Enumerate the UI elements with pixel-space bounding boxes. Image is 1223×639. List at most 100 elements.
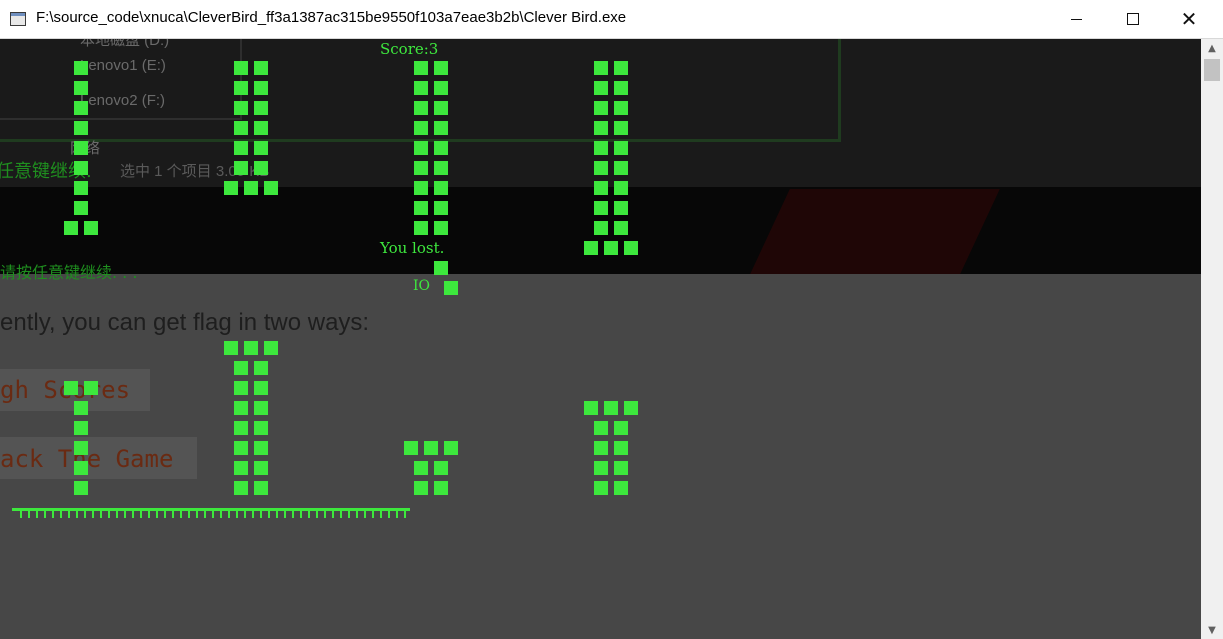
vertical-scrollbar[interactable]: ▲ ▼ — [1201, 39, 1223, 639]
pipe-block — [434, 81, 448, 95]
pipe-block — [614, 481, 628, 495]
pipe-block — [434, 181, 448, 195]
pipe-block — [254, 121, 268, 135]
pipe-block — [434, 141, 448, 155]
pipe-block — [74, 181, 88, 195]
pipe-block — [584, 241, 598, 255]
pipe-block — [244, 181, 258, 195]
pipe-block — [244, 341, 258, 355]
pipe-block — [254, 421, 268, 435]
pipe-block — [234, 61, 248, 75]
ground-tick — [252, 508, 254, 518]
ground-tick — [292, 508, 294, 518]
pipe-block — [434, 161, 448, 175]
ground-tick — [404, 508, 406, 518]
pipe-block — [404, 441, 418, 455]
ground-tick — [84, 508, 86, 518]
pipe-block — [594, 201, 608, 215]
pipe-block — [434, 101, 448, 115]
pipe-block — [614, 141, 628, 155]
pipe-block — [434, 461, 448, 475]
pipe-block — [234, 161, 248, 175]
ground-tick — [196, 508, 198, 518]
pipe-block — [614, 121, 628, 135]
scroll-thumb[interactable] — [1204, 59, 1220, 81]
pipe-block — [74, 201, 88, 215]
pipe-block — [614, 61, 628, 75]
ghost-drive-d: 本地磁盘 (D:) — [80, 39, 170, 49]
bird-block — [444, 281, 458, 295]
minimize-icon — [1070, 18, 1082, 20]
ghost-intro-line: ently, you can get flag in two ways: — [0, 309, 370, 336]
ground-line — [12, 508, 410, 511]
pipe-block — [414, 61, 428, 75]
ground-tick — [76, 508, 78, 518]
pipe-block — [624, 241, 638, 255]
pipe-block — [254, 401, 268, 415]
pipe-block — [594, 221, 608, 235]
pipe-block — [414, 101, 428, 115]
pipe-block — [434, 221, 448, 235]
pipe-block — [424, 441, 438, 455]
ground-tick — [228, 508, 230, 518]
ground-tick — [140, 508, 142, 518]
ground-tick — [356, 508, 358, 518]
ground-tick — [156, 508, 158, 518]
ground-tick — [68, 508, 70, 518]
pipe-block — [234, 441, 248, 455]
pipe-block — [74, 481, 88, 495]
pipe-block — [434, 201, 448, 215]
ground-tick — [324, 508, 326, 518]
pipe-block — [74, 61, 88, 75]
score-text: Score:3 — [380, 40, 439, 58]
pipe-block — [74, 141, 88, 155]
ground-tick — [268, 508, 270, 518]
pipe-block — [74, 421, 88, 435]
pipe-block — [594, 181, 608, 195]
pipe-block — [254, 81, 268, 95]
ground-tick — [300, 508, 302, 518]
pipe-block — [614, 441, 628, 455]
ground-tick — [148, 508, 150, 518]
scroll-up-icon[interactable]: ▲ — [1201, 39, 1223, 57]
pipe-block — [444, 441, 458, 455]
ground-tick — [60, 508, 62, 518]
ground-tick — [396, 508, 398, 518]
ground-tick — [36, 508, 38, 518]
pipe-block — [594, 61, 608, 75]
ground-tick — [164, 508, 166, 518]
pipe-block — [254, 101, 268, 115]
pipe-block — [594, 481, 608, 495]
close-button[interactable]: ✕ — [1166, 0, 1212, 38]
minimize-button[interactable] — [1053, 0, 1099, 38]
scroll-down-icon[interactable]: ▼ — [1201, 621, 1223, 639]
pipe-block — [234, 121, 248, 135]
pipe-block — [594, 121, 608, 135]
pipe-block — [264, 341, 278, 355]
pipe-block — [74, 81, 88, 95]
ground-tick — [316, 508, 318, 518]
pipe-block — [414, 141, 428, 155]
pipe-block — [74, 441, 88, 455]
ground-tick — [28, 508, 30, 518]
ground-tick — [276, 508, 278, 518]
ground-tick — [100, 508, 102, 518]
pipe-block — [414, 481, 428, 495]
maximize-button[interactable] — [1110, 0, 1156, 38]
pipe-block — [594, 461, 608, 475]
pipe-block — [64, 221, 78, 235]
pipe-block — [234, 361, 248, 375]
ground-tick — [260, 508, 262, 518]
game-over-text: You lost. — [380, 239, 445, 257]
pipe-block — [74, 461, 88, 475]
pipe-block — [614, 161, 628, 175]
ground-tick — [116, 508, 118, 518]
bird-block — [434, 261, 448, 275]
close-icon: ✕ — [1180, 7, 1198, 31]
pipe-block — [254, 481, 268, 495]
console-app-icon — [10, 12, 26, 26]
pipe-block — [434, 61, 448, 75]
ground-tick — [388, 508, 390, 518]
pipe-block — [254, 141, 268, 155]
pipe-block — [414, 221, 428, 235]
